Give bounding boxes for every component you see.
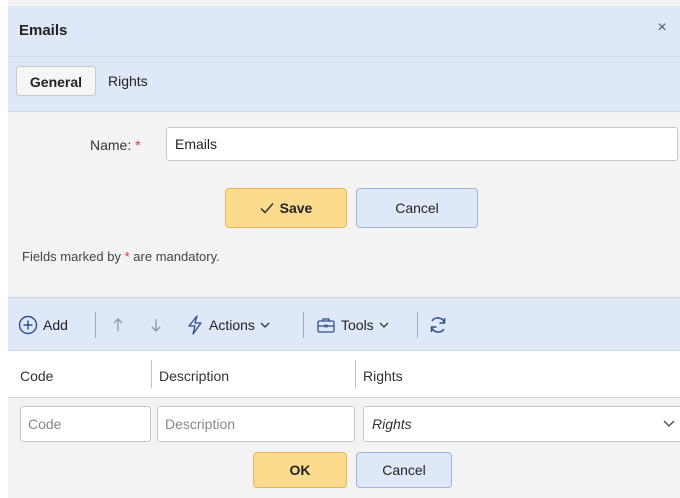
toolbar-divider (95, 312, 96, 338)
grid-edit-row: Rights OK Cancel (8, 398, 680, 498)
tools-menu-label: Tools (341, 317, 374, 333)
tab-rights[interactable]: Rights (100, 66, 156, 96)
ok-button-label: OK (289, 462, 311, 478)
mandatory-prefix: Fields marked by (22, 249, 121, 264)
mandatory-required-mark: * (124, 249, 130, 264)
arrow-down-icon (151, 319, 161, 332)
plus-circle-icon (18, 315, 38, 335)
dialog-title: Emails (19, 22, 68, 39)
actions-menu[interactable]: Actions (186, 313, 270, 337)
grid-header: Code Description Rights (8, 351, 680, 398)
add-button[interactable]: Add (18, 313, 68, 337)
toolbar-divider (303, 312, 304, 338)
row-cancel-button[interactable]: Cancel (356, 452, 452, 488)
code-input[interactable] (20, 406, 151, 442)
column-resizer[interactable] (355, 360, 356, 388)
rights-select-value: Rights (372, 416, 412, 432)
tools-menu[interactable]: Tools (316, 313, 389, 337)
column-header-description[interactable]: Description (159, 368, 229, 384)
mandatory-note: Fields marked by * are mandatory. (22, 249, 220, 264)
mandatory-suffix: are mandatory. (133, 249, 220, 264)
cancel-button[interactable]: Cancel (356, 188, 478, 228)
close-icon[interactable]: × (654, 20, 670, 36)
required-mark: * (135, 137, 141, 153)
move-up-button[interactable] (112, 313, 124, 337)
checkmark-icon (260, 203, 274, 214)
grid-toolbar: Add Actions Tools (8, 297, 680, 351)
column-resizer[interactable] (151, 360, 152, 388)
name-label: Name: * (90, 137, 141, 153)
row-cancel-button-label: Cancel (382, 462, 426, 478)
description-input[interactable] (157, 406, 355, 442)
tab-general[interactable]: General (16, 66, 96, 96)
name-label-text: Name: (90, 137, 132, 153)
arrow-up-icon (113, 318, 123, 331)
refresh-icon (430, 317, 446, 333)
save-button[interactable]: Save (225, 188, 347, 228)
move-down-button[interactable] (150, 313, 162, 337)
tab-bar: General Rights (8, 57, 680, 112)
emails-dialog: Emails × General Rights Name: * Save Can… (8, 0, 680, 498)
rights-select[interactable]: Rights (363, 406, 680, 442)
column-header-code[interactable]: Code (20, 368, 53, 384)
general-form: Name: * Save Cancel Fields marked by * a… (8, 112, 680, 296)
save-button-label: Save (279, 200, 313, 216)
column-header-rights[interactable]: Rights (363, 368, 403, 384)
lightning-icon (188, 315, 202, 335)
cancel-button-label: Cancel (395, 200, 439, 216)
chevron-down-icon (663, 420, 675, 427)
chevron-down-icon (379, 322, 389, 328)
actions-menu-label: Actions (209, 317, 255, 333)
toolbox-icon (317, 318, 335, 333)
chevron-down-icon (260, 322, 270, 328)
toolbar-divider (417, 312, 418, 338)
refresh-button[interactable] (428, 313, 448, 337)
ok-button[interactable]: OK (253, 452, 347, 488)
add-button-label: Add (43, 317, 68, 333)
name-input[interactable] (166, 127, 678, 161)
dialog-header: Emails × (8, 6, 680, 57)
